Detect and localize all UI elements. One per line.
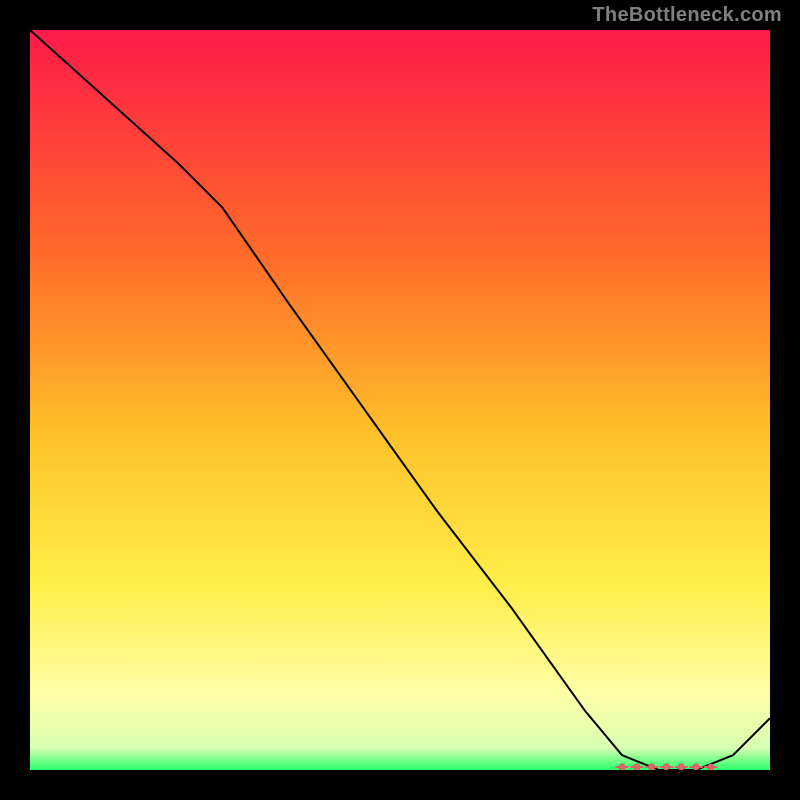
optimal-marker-dot xyxy=(619,764,626,770)
plot-area xyxy=(30,30,770,770)
attribution-label: TheBottleneck.com xyxy=(592,4,782,27)
optimal-marker-dot xyxy=(633,764,640,770)
chart-svg xyxy=(30,30,770,770)
optimal-marker-dot xyxy=(678,764,685,770)
optimal-marker-dot xyxy=(707,764,714,770)
optimal-marker-dot xyxy=(648,764,655,770)
optimal-marker-dot xyxy=(693,764,700,770)
gradient-background xyxy=(30,30,770,770)
optimal-marker-dot xyxy=(663,764,670,770)
chart-frame: TheBottleneck.com xyxy=(0,0,800,800)
